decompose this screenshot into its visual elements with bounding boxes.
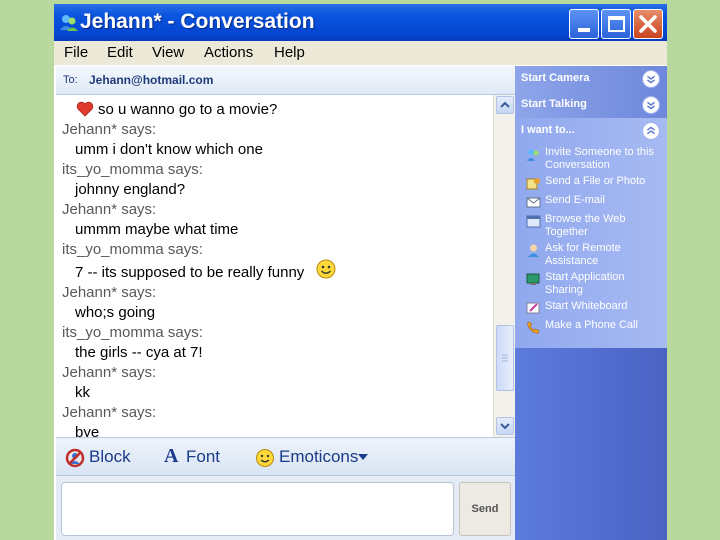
- close-icon: [639, 15, 657, 33]
- phone-icon: [527, 321, 540, 334]
- remote-assistance-icon: [528, 244, 539, 257]
- emoticon-smiley-icon: [256, 449, 274, 467]
- speaker-line: its_yo_momma says:: [62, 161, 203, 178]
- speaker-line: Jehann* says:: [62, 404, 157, 421]
- scroll-up-button[interactable]: [496, 96, 514, 114]
- block-icon: [65, 448, 85, 468]
- task-label: Send a File or Photo: [545, 175, 646, 187]
- task-label: Send E-mail: [545, 194, 605, 206]
- message-line: johnny england?: [75, 181, 186, 198]
- start-camera-label: Start Camera: [521, 72, 590, 84]
- task-label: Start Application Sharing: [545, 271, 625, 296]
- close-button[interactable]: [633, 9, 663, 39]
- invite-icon: [527, 149, 539, 161]
- message-line: the girls -- cya at 7!: [75, 344, 203, 361]
- conversation-history[interactable]: so u wanno go to a movie? Jehann* says: …: [56, 95, 493, 437]
- message-line: bye: [75, 424, 100, 437]
- message-line: ummm maybe what time: [75, 221, 239, 238]
- emoticons-button[interactable]: Emoticons: [279, 447, 358, 467]
- task-label: Browse the Web Together: [545, 213, 626, 238]
- i-want-to-header: I want to...: [521, 124, 575, 136]
- speaker-line: its_yo_momma says:: [62, 324, 203, 341]
- collapse-chevron-icon[interactable]: [642, 122, 660, 140]
- i-want-to-panel: I want to... Invite Someone to this Conv…: [515, 118, 667, 348]
- speaker-line: its_yo_momma says:: [62, 241, 203, 258]
- email-icon: [526, 197, 541, 208]
- recipient-address[interactable]: Jehann@hotmail.com: [89, 73, 213, 87]
- compose-area: Send: [56, 475, 515, 540]
- minimize-button[interactable]: [569, 9, 599, 39]
- dropdown-arrow-icon[interactable]: [358, 454, 368, 460]
- message-line: umm i don't know which one: [75, 141, 263, 158]
- speaker-line: Jehann* says:: [62, 364, 157, 381]
- maximize-button[interactable]: [601, 9, 631, 39]
- minimize-icon: [578, 28, 590, 32]
- message-line: kk: [75, 384, 90, 401]
- font-icon: A: [164, 445, 179, 467]
- message-line: so u wanno go to a movie?: [98, 101, 278, 118]
- window-title: Jehann* - Conversation: [80, 10, 315, 33]
- menu-actions[interactable]: Actions: [204, 44, 253, 61]
- menu-bar: File Edit View Actions Help: [54, 41, 667, 65]
- start-talking-header[interactable]: Start Talking: [515, 92, 667, 118]
- msn-buddy-icon: [60, 15, 78, 31]
- to-label: To:: [63, 74, 78, 86]
- block-button[interactable]: Block: [89, 447, 131, 467]
- menu-help[interactable]: Help: [274, 44, 305, 61]
- expand-chevron-icon[interactable]: [642, 70, 660, 88]
- menu-edit[interactable]: Edit: [107, 44, 133, 61]
- chevron-up-icon: [500, 101, 510, 108]
- formatting-toolbar: Block A Font Emoticons: [56, 437, 515, 475]
- speaker-line: Jehann* says:: [62, 201, 157, 218]
- task-label: Invite Someone to this Conversation: [545, 146, 654, 171]
- speaker-line: Jehann* says:: [62, 284, 157, 301]
- chevron-down-icon: [500, 423, 510, 430]
- message-input[interactable]: [61, 482, 454, 536]
- app-sharing-icon: [526, 273, 540, 285]
- grip-icon: [502, 354, 508, 362]
- menu-view[interactable]: View: [152, 44, 184, 61]
- browse-icon: [526, 215, 541, 228]
- task-pane: Start Camera Start Talking I want to... …: [515, 66, 667, 540]
- whiteboard-icon: [526, 302, 540, 314]
- to-bar: To: Jehann@hotmail.com: [56, 66, 515, 95]
- speaker-line: Jehann* says:: [62, 121, 157, 138]
- scroll-down-button[interactable]: [496, 417, 514, 435]
- title-bar[interactable]: Jehann* - Conversation: [54, 4, 667, 41]
- smiley-emoticon-icon: [316, 259, 336, 279]
- message-line: who;s going: [75, 304, 156, 321]
- start-camera-header[interactable]: Start Camera: [515, 66, 667, 92]
- heart-emoticon-icon: [76, 101, 94, 117]
- task-pane-background: [515, 348, 667, 540]
- scroll-thumb[interactable]: [496, 325, 514, 391]
- maximize-icon: [608, 16, 625, 32]
- expand-chevron-icon[interactable]: [642, 96, 660, 114]
- menu-file[interactable]: File: [64, 44, 88, 61]
- file-photo-icon: [526, 178, 540, 190]
- task-label: Ask for Remote Assistance: [545, 242, 621, 267]
- conversation-scrollbar[interactable]: [493, 95, 515, 437]
- start-talking-label: Start Talking: [521, 98, 587, 110]
- task-label: Make a Phone Call: [545, 319, 638, 331]
- send-button[interactable]: Send: [459, 482, 511, 536]
- message-line: 7 -- its supposed to be really funny: [75, 264, 305, 281]
- conversation-window: Jehann* - Conversation File Edit View Ac…: [54, 4, 667, 540]
- task-label: Start Whiteboard: [545, 300, 628, 312]
- font-button[interactable]: Font: [186, 447, 220, 467]
